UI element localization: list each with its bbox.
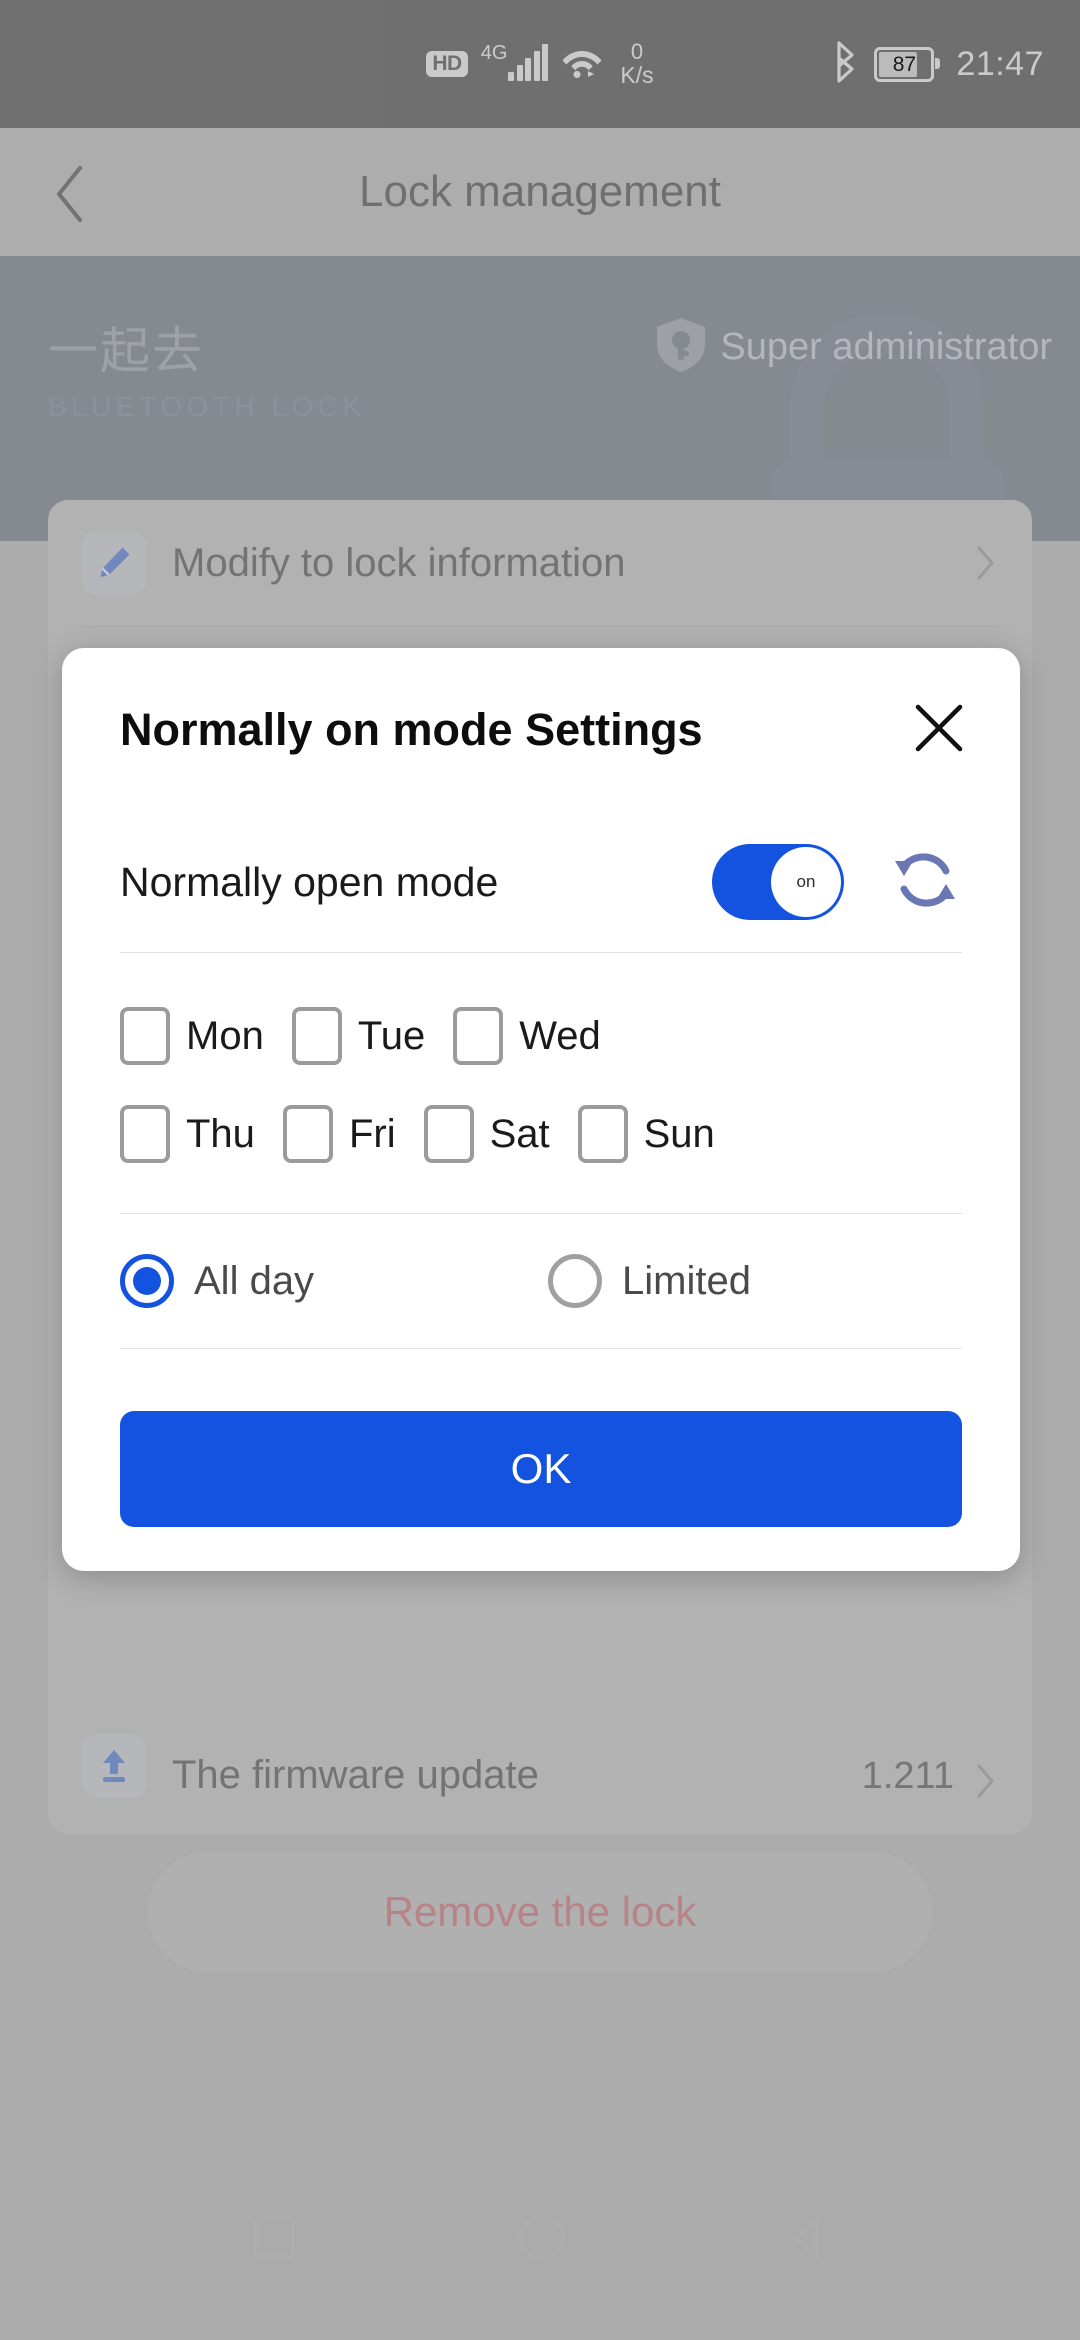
weekday-checkbox-thu[interactable]: Thu xyxy=(120,1105,255,1163)
checkbox-icon xyxy=(291,1007,342,1065)
normally-on-mode-dialog: Normally on mode Settings Normally open … xyxy=(62,648,1020,1571)
weekday-checkbox-tue[interactable]: Tue xyxy=(291,1007,426,1065)
phone-screen: HD 4G 0 K/s xyxy=(0,0,1080,2340)
radio-icon xyxy=(548,1254,602,1308)
refresh-button[interactable] xyxy=(888,845,962,919)
weekday-label: Tue xyxy=(357,1013,426,1058)
checkbox-icon xyxy=(282,1105,333,1163)
weekday-row: Mon Tue Wed xyxy=(120,987,962,1085)
weekday-label: Fri xyxy=(348,1111,396,1156)
normally-open-mode-toggle[interactable]: on xyxy=(712,844,844,920)
duration-option-label: All day xyxy=(194,1258,315,1303)
divider xyxy=(120,1348,962,1349)
weekday-label: Sat xyxy=(489,1111,550,1156)
weekday-label: Sun xyxy=(643,1111,715,1156)
checkbox-icon xyxy=(453,1007,504,1065)
close-icon xyxy=(910,699,968,762)
checkbox-icon xyxy=(423,1105,474,1163)
duration-option-label: Limited xyxy=(622,1258,751,1303)
weekday-checkbox-mon[interactable]: Mon xyxy=(120,1007,264,1065)
checkbox-icon xyxy=(120,1105,170,1163)
close-button[interactable] xyxy=(906,697,972,763)
duration-option-all-day[interactable]: All day xyxy=(120,1254,548,1308)
refresh-icon xyxy=(888,843,962,922)
weekday-checkbox-sat[interactable]: Sat xyxy=(423,1105,550,1163)
normally-open-mode-label: Normally open mode xyxy=(120,858,499,905)
weekday-checkbox-sun[interactable]: Sun xyxy=(577,1105,715,1163)
checkbox-icon xyxy=(577,1105,628,1163)
weekday-label: Thu xyxy=(186,1111,255,1156)
weekday-selector: Mon Tue Wed Thu Fri Sat Sun xyxy=(120,953,962,1213)
checkbox-icon xyxy=(120,1007,170,1065)
weekday-checkbox-wed[interactable]: Wed xyxy=(453,1007,601,1065)
duration-option-limited[interactable]: Limited xyxy=(548,1254,751,1308)
dialog-header: Normally on mode Settings xyxy=(62,648,1020,812)
radio-icon xyxy=(120,1254,174,1308)
weekday-row: Thu Fri Sat Sun xyxy=(120,1085,962,1183)
weekday-label: Mon xyxy=(186,1013,264,1058)
toggle-knob-label: on xyxy=(771,847,841,917)
battery-percent-label: 87 xyxy=(892,52,917,76)
duration-selector: All day Limited xyxy=(120,1214,962,1348)
ok-button[interactable]: OK xyxy=(120,1411,962,1527)
normally-open-mode-row: Normally open mode on xyxy=(120,812,962,952)
weekday-label: Wed xyxy=(519,1013,601,1058)
weekday-checkbox-fri[interactable]: Fri xyxy=(282,1105,396,1163)
dialog-title: Normally on mode Settings xyxy=(120,704,703,755)
